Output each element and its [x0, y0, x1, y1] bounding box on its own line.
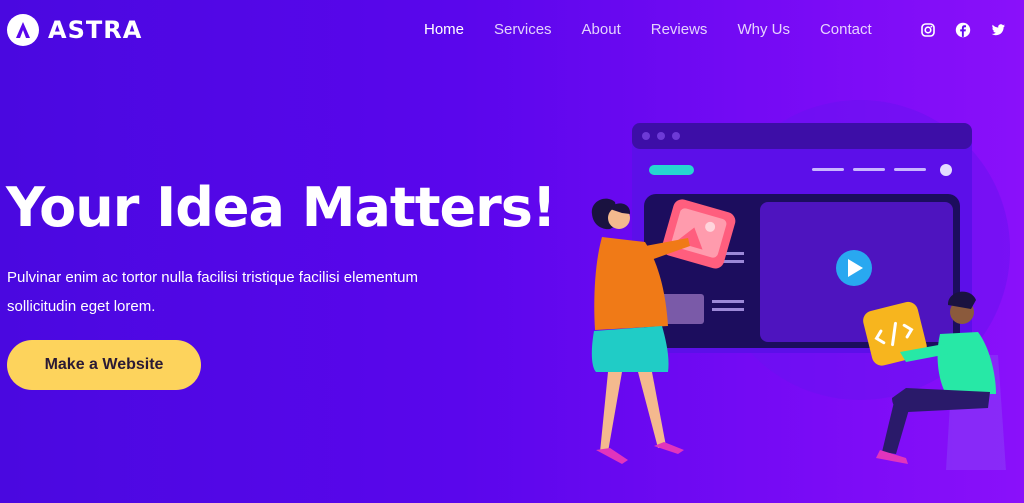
brand-name: ASTRA: [48, 16, 143, 44]
social-links: [920, 22, 1006, 38]
nav-item-contact[interactable]: Contact: [820, 21, 872, 38]
nav-item-reviews[interactable]: Reviews: [651, 21, 708, 38]
hero-title: Your Idea Matters!: [6, 176, 557, 239]
hero-description: Pulvinar enim ac tortor nulla facilisi t…: [7, 269, 418, 315]
nav-item-services[interactable]: Services: [494, 21, 552, 38]
brand-logo[interactable]: ASTRA: [7, 14, 142, 46]
nav-item-about[interactable]: About: [582, 21, 621, 38]
nav-item-why-us[interactable]: Why Us: [737, 21, 790, 38]
main-nav: Home Services About Reviews Why Us Conta…: [424, 21, 902, 38]
site-header: ASTRA Home Services About Reviews Why Us…: [0, 0, 1024, 62]
make-website-button[interactable]: Make a Website: [7, 340, 201, 390]
nav-item-home[interactable]: Home: [424, 21, 464, 38]
instagram-icon[interactable]: [920, 22, 936, 38]
hero-illustration: [560, 90, 1020, 490]
twitter-icon[interactable]: [990, 22, 1006, 38]
astra-logo-icon: [7, 14, 39, 46]
facebook-icon[interactable]: [955, 22, 971, 38]
